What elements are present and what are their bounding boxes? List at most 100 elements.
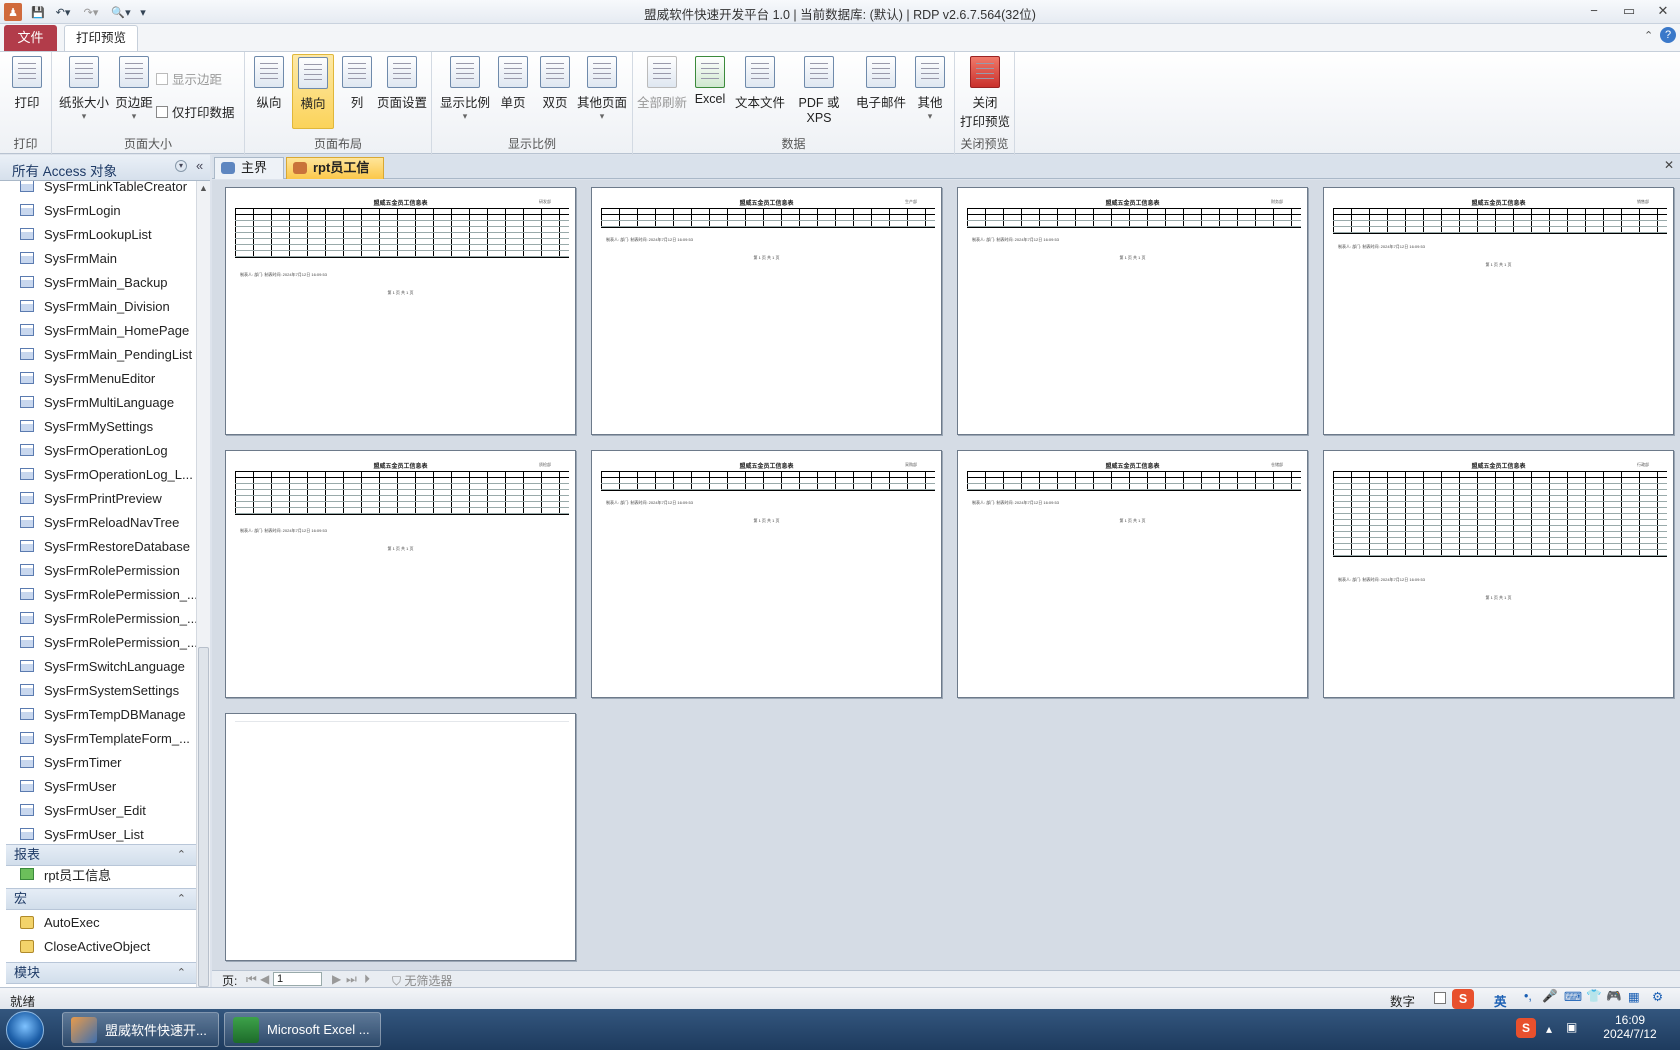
nav-item[interactable]: SysFrmUser_List (0, 822, 196, 846)
nav-item[interactable]: SysFrmRolePermission_... (0, 582, 196, 606)
last-page-icon[interactable]: ⏭ (346, 972, 357, 987)
nav-item[interactable]: SysFrmLinkTableCreator (0, 181, 196, 198)
tab-report[interactable]: rpt员工信息 (286, 157, 384, 195)
first-page-icon[interactable]: ⏮ (246, 972, 257, 987)
nav-section-header[interactable]: 模块 ⌃ (6, 962, 196, 984)
landscape-button[interactable]: 横向 (292, 54, 334, 129)
punctuation-icon[interactable]: •, (1524, 989, 1532, 1003)
nav-item[interactable]: SysFrmOperationLog (0, 438, 196, 462)
nav-item[interactable]: SysFrmMultiLanguage (0, 390, 196, 414)
close-print-preview-button[interactable]: 关闭 打印预览 (959, 54, 1011, 130)
report-page[interactable]: 盟威五金员工信息表 生产部 制表人: 部门: 制表时间: 2024年7月12日 16… (591, 187, 942, 435)
nav-item[interactable]: SysFrmMain_HomePage (0, 318, 196, 342)
nav-item[interactable]: AutoExec (0, 910, 196, 934)
tray-expand-icon[interactable]: ▴ (1546, 1022, 1552, 1036)
nav-pane-header[interactable]: 所有 Access 对象 ▾ « (0, 155, 210, 181)
export-text-button[interactable]: 文本文件 (733, 54, 787, 111)
ribbon-minimize-icon[interactable]: ⌃ (1644, 29, 1653, 42)
collapse-section-icon[interactable]: ⌃ (177, 963, 186, 983)
report-page[interactable]: 盟威五金员工信息表 财务部 制表人: 部门: 制表时间: 2024年7月12日 16… (957, 187, 1308, 435)
show-margins-checkbox[interactable]: 显示边距 (156, 69, 222, 88)
nav-item[interactable]: SysFrmUser (0, 774, 196, 798)
sogou-ime-icon[interactable]: S (1452, 989, 1474, 1009)
scroll-up-icon[interactable]: ▲ (199, 183, 208, 193)
nav-item[interactable]: SysFrmMain_Backup (0, 270, 196, 294)
tab-print-preview[interactable]: 打印预览 (64, 25, 138, 52)
view-icon[interactable] (1434, 992, 1446, 1004)
taskbar-app-rdp[interactable]: 盟威软件快速开... (62, 1012, 219, 1047)
portrait-button[interactable]: 纵向 (251, 54, 287, 111)
nav-item[interactable]: SysFrmSwitchLanguage (0, 654, 196, 678)
report-page[interactable]: 盟威五金员工信息表 质检部 制表人: 部门: 制表时间: 2024年7月12日 16… (225, 450, 576, 698)
report-page[interactable]: 盟威五金员工信息表 研发部 制表人: 部门: 制表时间: 2024年7月12日 16… (225, 187, 576, 435)
more-pages-button[interactable]: 其他页面 ▾ (574, 54, 630, 122)
print-button[interactable]: 打印 (6, 54, 48, 111)
nav-collapse-icon[interactable]: « (196, 158, 203, 173)
print-data-only-checkbox[interactable]: 仅打印数据 (156, 102, 235, 121)
page-number-input[interactable]: 1 (273, 972, 322, 986)
nav-item[interactable]: SysFrmMain_Division (0, 294, 196, 318)
margins-button[interactable]: 页边距 ▾ (112, 54, 156, 122)
report-page[interactable]: 盟威五金员工信息表 销售部 制表人: 部门: 制表时间: 2024年7月12日 16… (1323, 187, 1674, 435)
microphone-icon[interactable]: 🎤 (1542, 989, 1558, 1004)
nav-item[interactable]: SysFrmTempDBManage (0, 702, 196, 726)
nav-item[interactable]: SysFrmPrintPreview (0, 486, 196, 510)
nav-item[interactable]: SysFrmReloadNavTree (0, 510, 196, 534)
start-button[interactable] (6, 1011, 44, 1049)
nav-item[interactable]: SysFrmLookupList (0, 222, 196, 246)
collapse-section-icon[interactable]: ⌃ (177, 889, 186, 909)
toolbox-icon[interactable]: ▦ (1628, 989, 1640, 1004)
new-page-icon[interactable]: ⏵ (364, 972, 370, 987)
help-icon[interactable]: ? (1660, 27, 1676, 43)
refresh-all-button[interactable]: 全部刷新 (637, 54, 687, 111)
ime-mode[interactable]: 英 (1494, 991, 1507, 1010)
tab-file[interactable]: 文件 (4, 25, 57, 51)
restore-button[interactable]: ▭ (1612, 0, 1646, 22)
report-page[interactable]: 盟威五金员工信息表 采购部 制表人: 部门: 制表时间: 2024年7月12日 16… (591, 450, 942, 698)
nav-item[interactable]: SysFrmUser_Edit (0, 798, 196, 822)
more-export-button[interactable]: 其他 ▾ (911, 54, 949, 122)
nav-item[interactable]: SysFrmRolePermission_... (0, 606, 196, 630)
next-page-icon[interactable]: ▶ (332, 972, 341, 986)
nav-item[interactable]: SysFrmMySettings (0, 414, 196, 438)
nav-item[interactable]: SysFrmMain (0, 246, 196, 270)
zoom-button[interactable]: 显示比例 ▾ (436, 54, 494, 122)
nav-item[interactable]: SysFrmRestoreDatabase (0, 534, 196, 558)
game-icon[interactable]: 🎮 (1606, 989, 1622, 1004)
taskbar-app-excel[interactable]: Microsoft Excel ... (224, 1012, 381, 1047)
nav-item[interactable]: SysFrmRolePermission_... (0, 630, 196, 654)
nav-item[interactable]: SysFrmTimer (0, 750, 196, 774)
columns-button[interactable]: 列 (339, 54, 375, 111)
nav-item[interactable]: SysFrmMain_PendingList (0, 342, 196, 366)
close-doc-icon[interactable]: ✕ (1664, 158, 1674, 172)
nav-item[interactable]: rpt员工信息 (0, 862, 196, 886)
export-pdf-button[interactable]: PDF 或 XPS (787, 54, 851, 125)
minimize-button[interactable]: − (1577, 0, 1611, 22)
report-page[interactable]: 盟威五金员工信息表 行政部 制表人: 部门: 制表时间: 2024年7月12日 16… (1323, 450, 1674, 698)
nav-item[interactable]: SysFrmMenuEditor (0, 366, 196, 390)
two-pages-button[interactable]: 双页 (536, 54, 574, 111)
report-page[interactable]: 盟威五金员工信息表 仓储部 制表人: 部门: 制表时间: 2024年7月12日 16… (957, 450, 1308, 698)
nav-scroll-thumb[interactable] (198, 647, 209, 987)
email-button[interactable]: 电子邮件 (853, 54, 909, 111)
clock[interactable]: 16:09 2024/7/12 (1600, 1013, 1660, 1041)
one-page-button[interactable]: 单页 (494, 54, 532, 111)
report-page[interactable] (225, 713, 576, 961)
keyboard-icon[interactable]: ⌨ (1564, 989, 1582, 1004)
tray-sogou-icon[interactable]: S (1516, 1018, 1536, 1038)
page-setup-button[interactable]: 页面设置 (375, 54, 429, 111)
settings-gear-icon[interactable]: ⚙ (1652, 989, 1663, 1004)
paper-size-button[interactable]: 纸张大小 ▾ (58, 54, 110, 122)
nav-item[interactable]: CloseActiveObject (0, 934, 196, 958)
export-excel-button[interactable]: Excel (691, 54, 729, 106)
nav-item[interactable]: SysFrmOperationLog_L... (0, 462, 196, 486)
nav-item[interactable]: SysFrmSystemSettings (0, 678, 196, 702)
network-icon[interactable]: ▣ (1566, 1020, 1577, 1034)
nav-section-header[interactable]: 宏 ⌃ (6, 888, 196, 910)
close-window-button[interactable]: ✕ (1646, 0, 1680, 22)
nav-item[interactable]: SysFrmTemplateForm_... (0, 726, 196, 750)
nav-item[interactable]: SysFrmLogin (0, 198, 196, 222)
nav-dropdown-icon[interactable]: ▾ (175, 160, 187, 172)
skin-icon[interactable]: 👕 (1586, 989, 1602, 1004)
prev-page-icon[interactable]: ◀ (260, 972, 269, 986)
